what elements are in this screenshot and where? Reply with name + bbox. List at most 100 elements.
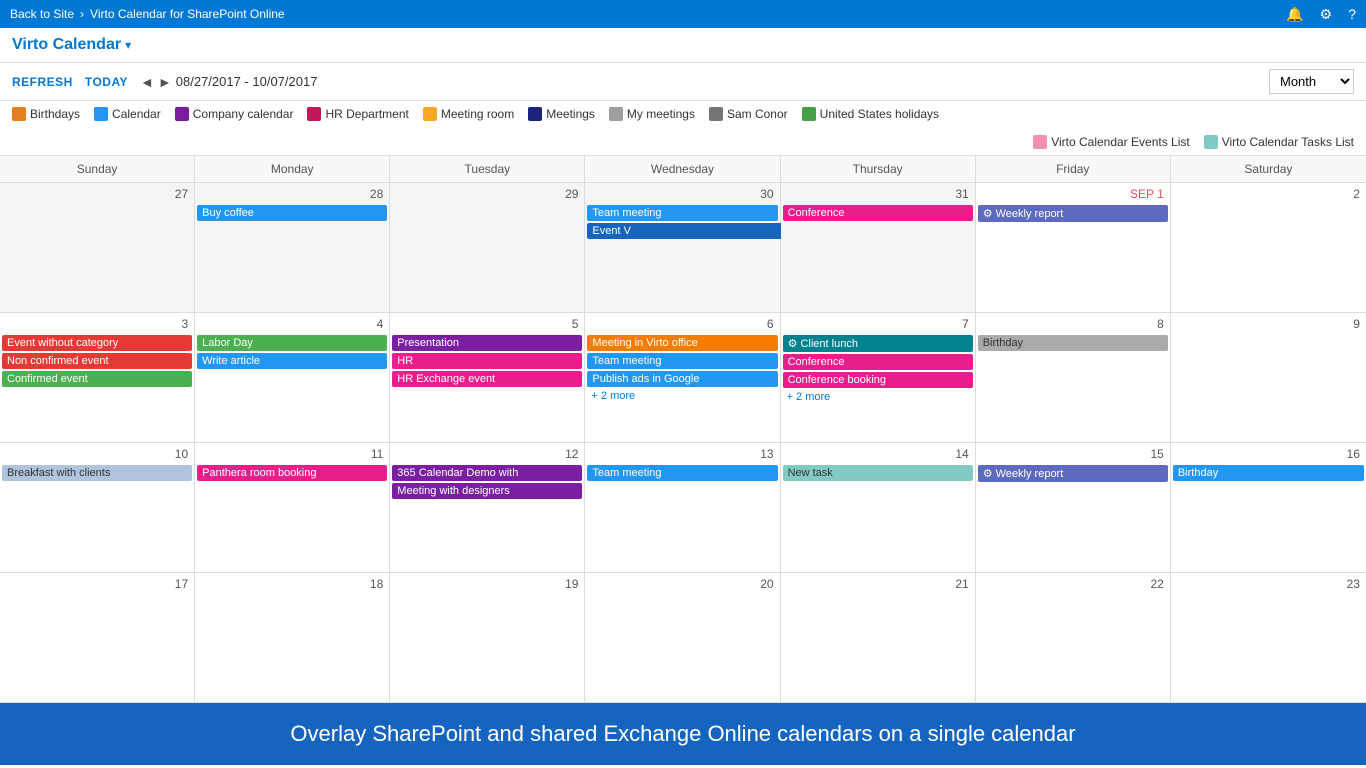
event-panthera[interactable]: Panthera room booking <box>197 465 387 481</box>
week-row-2: 3 Event without category Non confirmed e… <box>0 313 1366 443</box>
event-buy-coffee[interactable]: Buy coffee <box>197 205 387 221</box>
refresh-button[interactable]: REFRESH <box>12 75 73 89</box>
breadcrumb: Back to Site › Virto Calendar for ShareP… <box>10 7 285 21</box>
cal-cell-sep20: 20 <box>585 573 780 703</box>
today-button[interactable]: TODAY <box>85 75 128 89</box>
event-team-meeting-sep13[interactable]: Team meeting <box>587 465 777 481</box>
event-hr-sep5[interactable]: HR <box>392 353 582 369</box>
legend-virto-tasks: Virto Calendar Tasks List <box>1204 135 1354 149</box>
event-conf-booking[interactable]: Conference booking <box>783 372 973 388</box>
legend-meeting-room: Meeting room <box>423 107 514 121</box>
cal-cell-sep11: 11 Panthera room booking <box>195 443 390 573</box>
calendar: Sunday Monday Tuesday Wednesday Thursday… <box>0 156 1366 703</box>
header-sunday: Sunday <box>0 156 195 182</box>
legend-us-holidays: United States holidays <box>802 107 939 121</box>
date-range-label: 08/27/2017 - 10/07/2017 <box>176 74 318 89</box>
event-meeting-virto[interactable]: Meeting in Virto office <box>587 335 777 351</box>
event-write-article[interactable]: Write article <box>197 353 387 369</box>
header-thursday: Thursday <box>781 156 976 182</box>
app-title-dropdown-icon[interactable]: ▾ <box>125 38 131 52</box>
header-saturday: Saturday <box>1171 156 1366 182</box>
cal-cell-aug30: 30 Team meeting Event V <box>585 183 780 313</box>
cal-cell-aug27: 27 <box>0 183 195 313</box>
event-presentation[interactable]: Presentation <box>392 335 582 351</box>
app-title: Virto Calendar <box>12 36 121 54</box>
app-header: Virto Calendar ▾ <box>0 28 1366 63</box>
view-select[interactable]: Month Week Day <box>1269 69 1354 94</box>
week-row-4: 17 18 19 20 21 22 23 <box>0 573 1366 703</box>
cal-cell-sep18: 18 <box>195 573 390 703</box>
app-title-breadcrumb: Virto Calendar for SharePoint Online <box>90 7 285 21</box>
cal-cell-sep4: 4 Labor Day Write article <box>195 313 390 443</box>
header-tuesday: Tuesday <box>390 156 585 182</box>
legend: Birthdays Calendar Company calendar HR D… <box>0 101 1366 156</box>
more-link-sep6[interactable]: + 2 more <box>587 389 777 403</box>
event-birthday-sep16[interactable]: Birthday <box>1173 465 1364 481</box>
notification-icon[interactable]: 🔔 <box>1286 6 1303 23</box>
help-icon[interactable]: ? <box>1348 6 1356 22</box>
event-team-meeting-aug30[interactable]: Team meeting <box>587 205 777 221</box>
cal-cell-sep2: 2 <box>1171 183 1366 313</box>
cal-cell-sep8: 8 Birthday <box>976 313 1171 443</box>
legend-hr: HR Department <box>307 107 408 121</box>
event-hr-exchange[interactable]: HR Exchange event <box>392 371 582 387</box>
legend-meetings: Meetings <box>528 107 595 121</box>
week-row-1: 27 28 Buy coffee 29 30 Team meeting Even… <box>0 183 1366 313</box>
event-team-meeting-sep6[interactable]: Team meeting <box>587 353 777 369</box>
cal-cell-sep12: 12 365 Calendar Demo with Meeting with d… <box>390 443 585 573</box>
legend-sam-conor: Sam Conor <box>709 107 788 121</box>
cal-cell-sep9: 9 <box>1171 313 1366 443</box>
cal-cell-sep23: 23 <box>1171 573 1366 703</box>
more-link-sep7[interactable]: + 2 more <box>783 390 973 404</box>
header-wednesday: Wednesday <box>585 156 780 182</box>
event-new-task[interactable]: New task <box>783 465 973 481</box>
header-friday: Friday <box>976 156 1171 182</box>
event-breakfast-clients[interactable]: Breakfast with clients <box>2 465 192 481</box>
cal-cell-sep7: 7 ⚙ Client lunch Conference Conference b… <box>781 313 976 443</box>
event-client-lunch[interactable]: ⚙ Client lunch <box>783 335 973 352</box>
next-arrow[interactable]: ► <box>158 74 172 90</box>
cal-cell-sep22: 22 <box>976 573 1171 703</box>
cal-cell-aug28: 28 Buy coffee <box>195 183 390 313</box>
cal-cell-sep3: 3 Event without category Non confirmed e… <box>0 313 195 443</box>
cal-cell-aug31: 31 Conference <box>781 183 976 313</box>
cal-cell-sep21: 21 <box>781 573 976 703</box>
breadcrumb-separator: › <box>80 7 84 21</box>
prev-arrow[interactable]: ◄ <box>140 74 154 90</box>
legend-virto-events: Virto Calendar Events List <box>1033 135 1190 149</box>
cal-cell-aug29: 29 <box>390 183 585 313</box>
event-365-demo[interactable]: 365 Calendar Demo with <box>392 465 582 481</box>
event-labor-day[interactable]: Labor Day <box>197 335 387 351</box>
legend-my-meetings: My meetings <box>609 107 695 121</box>
settings-icon[interactable]: ⚙ <box>1320 6 1333 23</box>
calendar-header: Sunday Monday Tuesday Wednesday Thursday… <box>0 156 1366 183</box>
event-without-category[interactable]: Event without category <box>2 335 192 351</box>
cal-cell-sep6: 6 Meeting in Virto office Team meeting P… <box>585 313 780 443</box>
footer-text: Overlay SharePoint and shared Exchange O… <box>290 721 1075 746</box>
top-bar-icons: 🔔 ⚙ ? <box>1286 6 1356 23</box>
cal-cell-sep15: 15 ⚙ Weekly report <box>976 443 1171 573</box>
cal-cell-sep16: 16 Birthday <box>1171 443 1366 573</box>
legend-calendar: Calendar <box>94 107 161 121</box>
event-non-confirmed[interactable]: Non confirmed event <box>2 353 192 369</box>
cal-cell-sep19: 19 <box>390 573 585 703</box>
cal-cell-sep17: 17 <box>0 573 195 703</box>
cal-cell-sep5: 5 Presentation HR HR Exchange event <box>390 313 585 443</box>
event-weekly-report-sep15[interactable]: ⚙ Weekly report <box>978 465 1168 482</box>
back-to-site-link[interactable]: Back to Site <box>10 7 74 21</box>
week-row-3: 10 Breakfast with clients 11 Panthera ro… <box>0 443 1366 573</box>
event-weekly-report-sep1[interactable]: ⚙ Weekly report <box>978 205 1168 222</box>
date-nav: ◄ ► 08/27/2017 - 10/07/2017 <box>140 74 317 90</box>
event-conference-sep7[interactable]: Conference <box>783 354 973 370</box>
event-conference-aug31[interactable]: Conference <box>783 205 973 221</box>
cal-cell-sep14: 14 New task <box>781 443 976 573</box>
event-publish-ads[interactable]: Publish ads in Google <box>587 371 777 387</box>
event-birthday-sep8[interactable]: Birthday <box>978 335 1168 351</box>
cal-cell-sep1: SEP 1 ⚙ Weekly report <box>976 183 1171 313</box>
event-confirmed[interactable]: Confirmed event <box>2 371 192 387</box>
top-bar: Back to Site › Virto Calendar for ShareP… <box>0 0 1366 28</box>
event-meeting-designers[interactable]: Meeting with designers <box>392 483 582 499</box>
cal-cell-sep10: 10 Breakfast with clients <box>0 443 195 573</box>
toolbar: REFRESH TODAY ◄ ► 08/27/2017 - 10/07/201… <box>0 63 1366 101</box>
cal-cell-sep13: 13 Team meeting <box>585 443 780 573</box>
